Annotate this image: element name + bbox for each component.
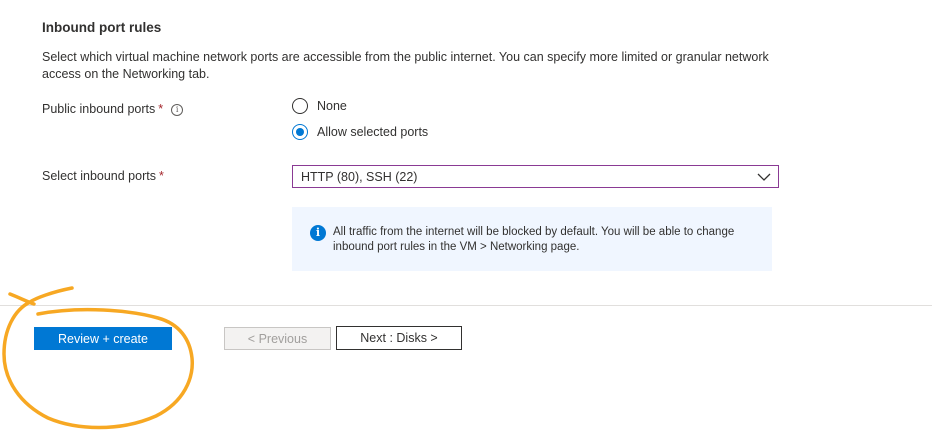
- radio-none-circle[interactable]: [292, 98, 308, 114]
- review-create-button[interactable]: Review + create: [34, 327, 172, 350]
- public-inbound-ports-label-text: Public inbound ports: [42, 102, 156, 116]
- info-tooltip-icon[interactable]: i: [171, 104, 184, 116]
- chevron-down-icon[interactable]: [750, 165, 778, 188]
- radio-allow-selected-ports-label[interactable]: Allow selected ports: [317, 125, 428, 139]
- inbound-ports-dropdown[interactable]: HTTP (80), SSH (22): [292, 165, 779, 188]
- info-message-text: All traffic from the internet will be bl…: [333, 226, 735, 253]
- required-marker: *: [158, 102, 164, 116]
- info-message-box: i All traffic from the internet will be …: [292, 207, 772, 271]
- radio-none-label[interactable]: None: [317, 99, 347, 113]
- radio-none[interactable]: None: [292, 96, 347, 116]
- next-disks-button[interactable]: Next : Disks >: [336, 326, 462, 350]
- select-inbound-ports-label: Select inbound ports *: [42, 169, 164, 183]
- info-icon: i: [310, 225, 326, 241]
- annotation-circle: [2, 286, 194, 430]
- footer-divider: [0, 305, 932, 306]
- vm-create-page: Inbound port rules Select which virtual …: [0, 0, 932, 435]
- previous-button[interactable]: < Previous: [224, 327, 331, 350]
- section-title: Inbound port rules: [42, 20, 162, 35]
- inbound-ports-dropdown-value[interactable]: HTTP (80), SSH (22): [301, 170, 750, 184]
- radio-allow-selected-ports[interactable]: Allow selected ports: [292, 122, 428, 142]
- radio-allow-selected-ports-circle[interactable]: [292, 124, 308, 140]
- select-inbound-ports-label-text: Select inbound ports: [42, 169, 156, 183]
- required-marker: *: [158, 169, 164, 183]
- public-inbound-ports-label: Public inbound ports * i: [42, 102, 184, 116]
- section-description: Select which virtual machine network por…: [42, 50, 769, 81]
